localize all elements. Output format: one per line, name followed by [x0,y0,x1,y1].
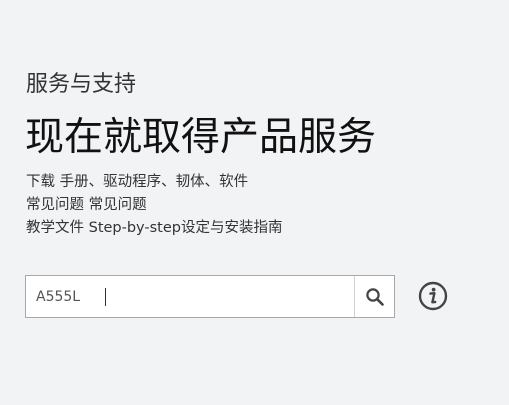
faq-link[interactable]: 常见问题 常见问题 [26,194,282,217]
search-button[interactable] [354,276,394,317]
downloads-link[interactable]: 下载 手册、驱动程序、韧体、软件 [26,171,282,194]
text-caret [105,288,106,306]
search-input[interactable] [26,276,356,317]
info-button[interactable] [418,281,448,311]
search-box [25,275,395,318]
section-label: 服务与支持 [26,72,137,97]
tutorial-link[interactable]: 教学文件 Step-by-step设定与安装指南 [26,217,282,240]
search-icon [365,287,384,306]
support-links: 下载 手册、驱动程序、韧体、软件 常见问题 常见问题 教学文件 Step-by-… [26,171,282,240]
page-title: 现在就取得产品服务 [25,115,377,160]
info-icon [418,281,448,311]
